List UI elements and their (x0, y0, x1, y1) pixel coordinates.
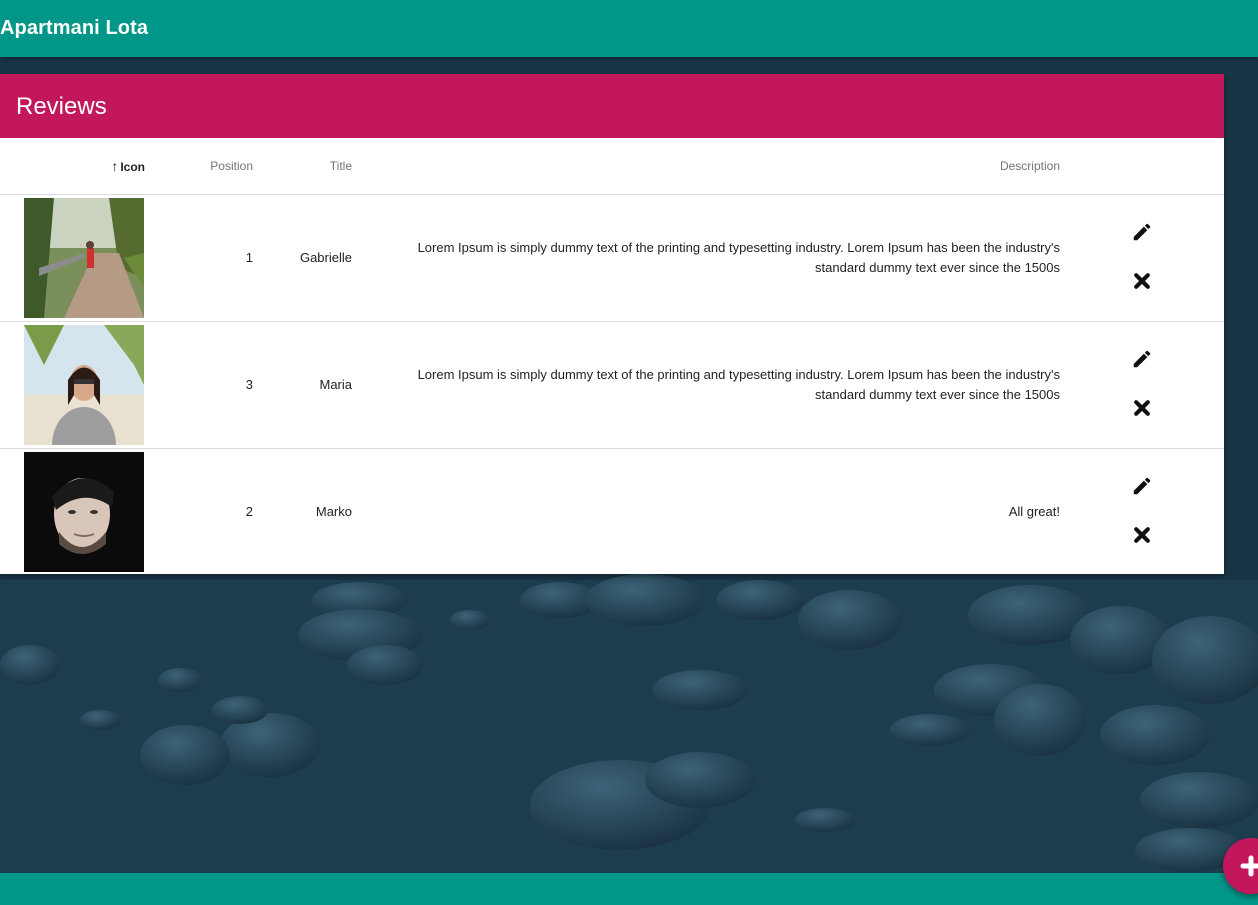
reviews-card: Reviews ↑ Icon Position Title Description (0, 74, 1224, 574)
title-cell: Marko (315, 504, 352, 520)
position-cell: 1 (145, 194, 253, 322)
review-image (24, 197, 144, 318)
table-row: 1 Gabrielle Lorem Ipsum is simply dummy … (0, 194, 1224, 322)
column-header-title[interactable]: Title (253, 138, 352, 195)
delete-icon[interactable] (1128, 268, 1156, 296)
column-header-icon[interactable]: ↑ Icon (0, 138, 145, 195)
icon-cell (0, 448, 145, 575)
delete-icon[interactable] (1128, 522, 1156, 550)
description-cell: Lorem Ipsum is simply dummy text of the … (352, 321, 1060, 449)
plus-icon (1240, 855, 1258, 877)
sort-ascending-icon: ↑ (111, 157, 119, 174)
review-image (24, 324, 144, 445)
edit-icon[interactable] (1128, 219, 1156, 247)
actions-cell (1060, 448, 1224, 575)
review-image (24, 451, 144, 572)
add-review-button[interactable] (1223, 838, 1258, 894)
card-title: Reviews (0, 74, 1224, 138)
reviews-table: ↑ Icon Position Title Description 1 Gabr… (0, 138, 1224, 575)
position-cell: 2 (245, 504, 253, 520)
column-header-actions (1060, 138, 1224, 195)
top-app-bar: Apartmani Lota (0, 0, 1258, 57)
table-row: 3 Maria Lorem Ipsum is simply dummy text… (0, 321, 1224, 449)
edit-icon[interactable] (1128, 346, 1156, 374)
edit-icon[interactable] (1128, 473, 1156, 501)
column-header-description[interactable]: Description (352, 138, 1060, 195)
title-cell: Maria (253, 321, 352, 449)
position-cell: 3 (145, 321, 253, 449)
actions-cell (1060, 321, 1224, 449)
delete-icon[interactable] (1128, 395, 1156, 423)
title-cell: Gabrielle (253, 194, 352, 322)
description-cell: Lorem Ipsum is simply dummy text of the … (352, 194, 1060, 322)
table-row: 2 Marko All great! (0, 448, 1224, 575)
icon-cell (0, 321, 145, 449)
description-cell: All great! (1008, 503, 1060, 519)
bottom-bar (0, 873, 1258, 905)
app-title: Apartmani Lota (0, 17, 149, 39)
column-header-icon-label: Icon (120, 159, 145, 174)
column-header-position[interactable]: Position (145, 138, 253, 195)
table-header-row: ↑ Icon Position Title Description (0, 138, 1224, 195)
actions-cell (1060, 194, 1224, 322)
icon-cell (0, 194, 145, 322)
